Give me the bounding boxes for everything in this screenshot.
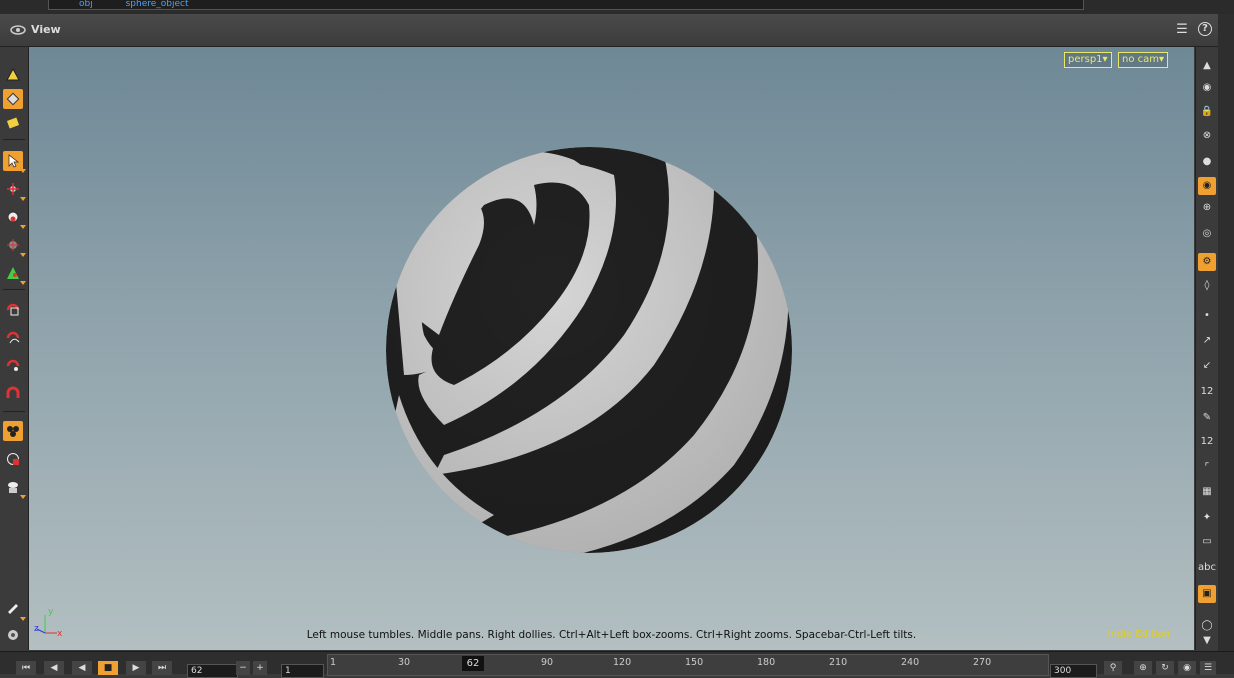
image-display-icon[interactable]: ▣ (1198, 585, 1216, 603)
pen-icon[interactable]: ↙ (1198, 357, 1216, 375)
handle-tool-icon[interactable] (3, 263, 26, 285)
rotate-tool-icon[interactable] (3, 207, 26, 229)
snap-grid-magnet-icon[interactable] (3, 299, 23, 319)
view-pane-icon[interactable] (10, 24, 26, 36)
selection-mode-geometry-icon[interactable] (3, 89, 23, 109)
camera-select-dropdown[interactable]: no cam▾ (1118, 52, 1169, 68)
path-segment-obj[interactable]: obj (79, 0, 93, 9)
tick-label: 240 (901, 657, 920, 668)
toolbar-divider (3, 289, 25, 290)
group-objects-icon[interactable] (3, 421, 23, 441)
tick-label: 90 (541, 657, 554, 668)
point-numbers-icon[interactable]: 12 (1198, 383, 1216, 401)
prim-numbers-icon[interactable]: 12 (1198, 433, 1216, 451)
paint-tool-icon[interactable] (3, 599, 26, 621)
right-edge-strip (1218, 14, 1234, 673)
viewport-hint-text: Left mouse tumbles. Middle pans. Right d… (306, 629, 917, 641)
selection-mode-dynamics-icon[interactable] (3, 113, 23, 133)
tool-menu-arrow-icon (20, 197, 26, 201)
brush-icon[interactable]: ✎ (1198, 409, 1216, 427)
snap-curve-magnet-icon[interactable] (3, 327, 23, 347)
close-ghost-icon[interactable]: ⊗ (1198, 127, 1216, 145)
selection-mode-object-icon[interactable] (3, 65, 23, 85)
perspective-camera-dropdown[interactable]: persp1▾ (1064, 52, 1112, 68)
lock-icon[interactable]: 🔒 (1198, 103, 1216, 121)
tick-label: 270 (973, 657, 992, 668)
axis-y-label: y (48, 607, 54, 617)
visibility-toggle-icon[interactable] (3, 449, 23, 469)
right-toolbar: ▲ ◉ 🔒 ⊗ ● ◉ ⊕ ◎ ⚙ ◊ • ↗ ↙ 12 ✎ 12 ⌜ ▦ ✦ … (1195, 47, 1218, 650)
scroll-up-icon[interactable]: ▲ (1198, 57, 1216, 75)
toolbar-divider (3, 139, 25, 140)
tool-menu-arrow-icon (20, 225, 26, 229)
eye-visibility-icon[interactable]: ◉ (1198, 79, 1216, 97)
scale-tool-icon[interactable] (3, 235, 26, 257)
path-bar[interactable]: obj sphere_object (48, 0, 1084, 10)
end-frame-input[interactable]: 300 (1050, 664, 1097, 678)
tick-label: 210 (829, 657, 848, 668)
tick-label: 120 (613, 657, 632, 668)
light-settings-icon[interactable]: ◎ (1198, 225, 1216, 243)
tool-menu-arrow-icon (20, 169, 26, 173)
tool-menu-arrow-icon (20, 253, 26, 257)
point-display-icon[interactable]: • (1198, 307, 1216, 325)
tick-label: 1 (330, 657, 337, 668)
left-toolbar (0, 47, 29, 650)
move-tool-icon[interactable] (3, 179, 26, 201)
background-icon[interactable]: ▭ (1198, 533, 1216, 551)
edition-watermark: Indie Edition (1107, 629, 1170, 640)
snap-magnet-icon[interactable] (3, 383, 23, 403)
scene-viewport[interactable]: persp1▾ no cam▾ y x z Left mouse tumbles… (29, 47, 1194, 650)
scroll-down-icon[interactable]: ▼ (1198, 632, 1216, 650)
headlight-icon[interactable]: ◉ (1198, 177, 1216, 195)
current-frame-marker[interactable]: 62 (462, 656, 484, 671)
select-tool-arrow-icon[interactable] (3, 151, 26, 173)
snap-frame-icon[interactable]: ▦ (1198, 483, 1216, 501)
display-options-icon[interactable] (3, 625, 23, 645)
tool-menu-arrow-icon (20, 281, 26, 285)
pane-title-bar: View ☰ ? (0, 14, 1220, 47)
pane-title: View (31, 23, 61, 36)
normal-display-icon[interactable]: ↗ (1198, 332, 1216, 350)
path-segment-object[interactable]: sphere_object (126, 0, 189, 9)
ghost-view-icon[interactable]: ◊ (1198, 277, 1216, 295)
tick-label: 150 (685, 657, 704, 668)
text-display-icon[interactable]: abc (1198, 559, 1216, 577)
transform-icon[interactable]: ✦ (1198, 509, 1216, 527)
frame-corner-icon[interactable]: ⌜ (1198, 459, 1216, 477)
striped-sphere-object[interactable] (384, 145, 794, 555)
shading-sphere-icon[interactable]: ● (1198, 153, 1216, 171)
tool-menu-arrow-icon (20, 495, 26, 499)
playbar: ⏮ ◀ ◀ ■ ▶ ⏭ 62 − + 1 1 30 90 120 150 180… (0, 651, 1234, 678)
light-add-icon[interactable]: ⊕ (1198, 199, 1216, 217)
start-frame-input[interactable]: 1 (281, 664, 324, 678)
network-path-strip: obj sphere_object (0, 0, 1234, 14)
tool-menu-arrow-icon (20, 617, 26, 621)
display-options-icon[interactable]: ⚙ (1198, 253, 1216, 271)
tick-label: 180 (757, 657, 776, 668)
pane-settings-icon[interactable]: ☰ (1174, 22, 1190, 38)
toolbar-divider (3, 411, 25, 412)
snap-point-magnet-icon[interactable] (3, 355, 23, 375)
tick-label: 30 (398, 657, 411, 668)
help-button[interactable]: ? (1198, 22, 1212, 36)
frame-input[interactable]: 62 (187, 664, 238, 678)
render-camera-icon[interactable] (3, 477, 26, 499)
